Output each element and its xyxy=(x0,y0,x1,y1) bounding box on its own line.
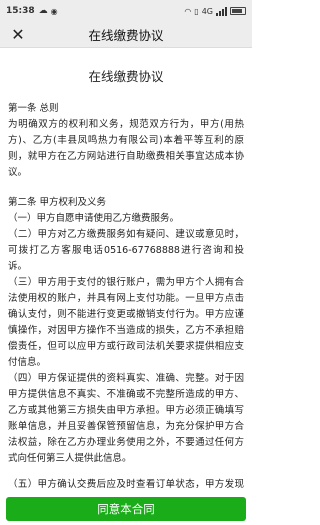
wifi-icon: ◠ xyxy=(184,6,192,16)
notification-icons: ☁ ◉ xyxy=(39,6,58,16)
cloud-icon: ☁ xyxy=(38,6,48,16)
battery-icon xyxy=(230,7,246,15)
section-paragraph: （四）甲方保证提供的资料真实、准确、完整。对于因甲方提供信息不真实、不准确或不完… xyxy=(8,373,244,464)
agreement-content[interactable]: 在线缴费协议 第一条 总则 为明确双方的权利和义务，规范双方行为，甲方(用热方)… xyxy=(0,48,252,491)
section-heading: 第一条 总则 xyxy=(8,103,59,114)
footer-bar: 同意本合同 xyxy=(0,491,252,525)
network-type: 4G xyxy=(201,6,213,16)
section-paragraph: 为明确双方的权利和义务，规范双方行为，甲方(用热方)、乙方(丰县凤鸣热力有限公司… xyxy=(8,119,244,178)
signal-icon xyxy=(216,6,227,16)
section-heading: 第二条 甲方权利及义务 xyxy=(8,197,107,208)
status-time: 15:38 xyxy=(6,6,35,16)
section-paragraph: （二）甲方对乙方缴费服务如有疑问、建议或意见时，可拨打乙方客服电话0516-67… xyxy=(8,229,244,272)
section-paragraph: （五）甲方确认交费后应及时查看订单状态，甲方发现缴费指令未执行、未适当执行、延迟… xyxy=(8,479,244,490)
section-paragraph: （一）甲方自愿申请使用乙方缴费服务。 xyxy=(8,213,180,224)
status-bar: 15:38 ☁ ◉ ◠ ▯ 4G xyxy=(0,0,252,22)
status-right: ◠ ▯ 4G xyxy=(184,6,246,16)
notification-dot-icon: ◉ xyxy=(50,6,58,16)
nav-bar: ✕ 在线缴费协议 xyxy=(0,22,252,48)
nav-title: 在线缴费协议 xyxy=(88,28,164,43)
document-title: 在线缴费协议 xyxy=(88,69,164,84)
close-icon[interactable]: ✕ xyxy=(8,25,28,45)
section-paragraph: （三）甲方用于支付的银行账户，需为甲方个人拥有合法使用权的账户，并具有网上支付功… xyxy=(8,277,244,368)
vibrate-icon: ▯ xyxy=(194,6,199,16)
agree-button[interactable]: 同意本合同 xyxy=(6,497,246,521)
